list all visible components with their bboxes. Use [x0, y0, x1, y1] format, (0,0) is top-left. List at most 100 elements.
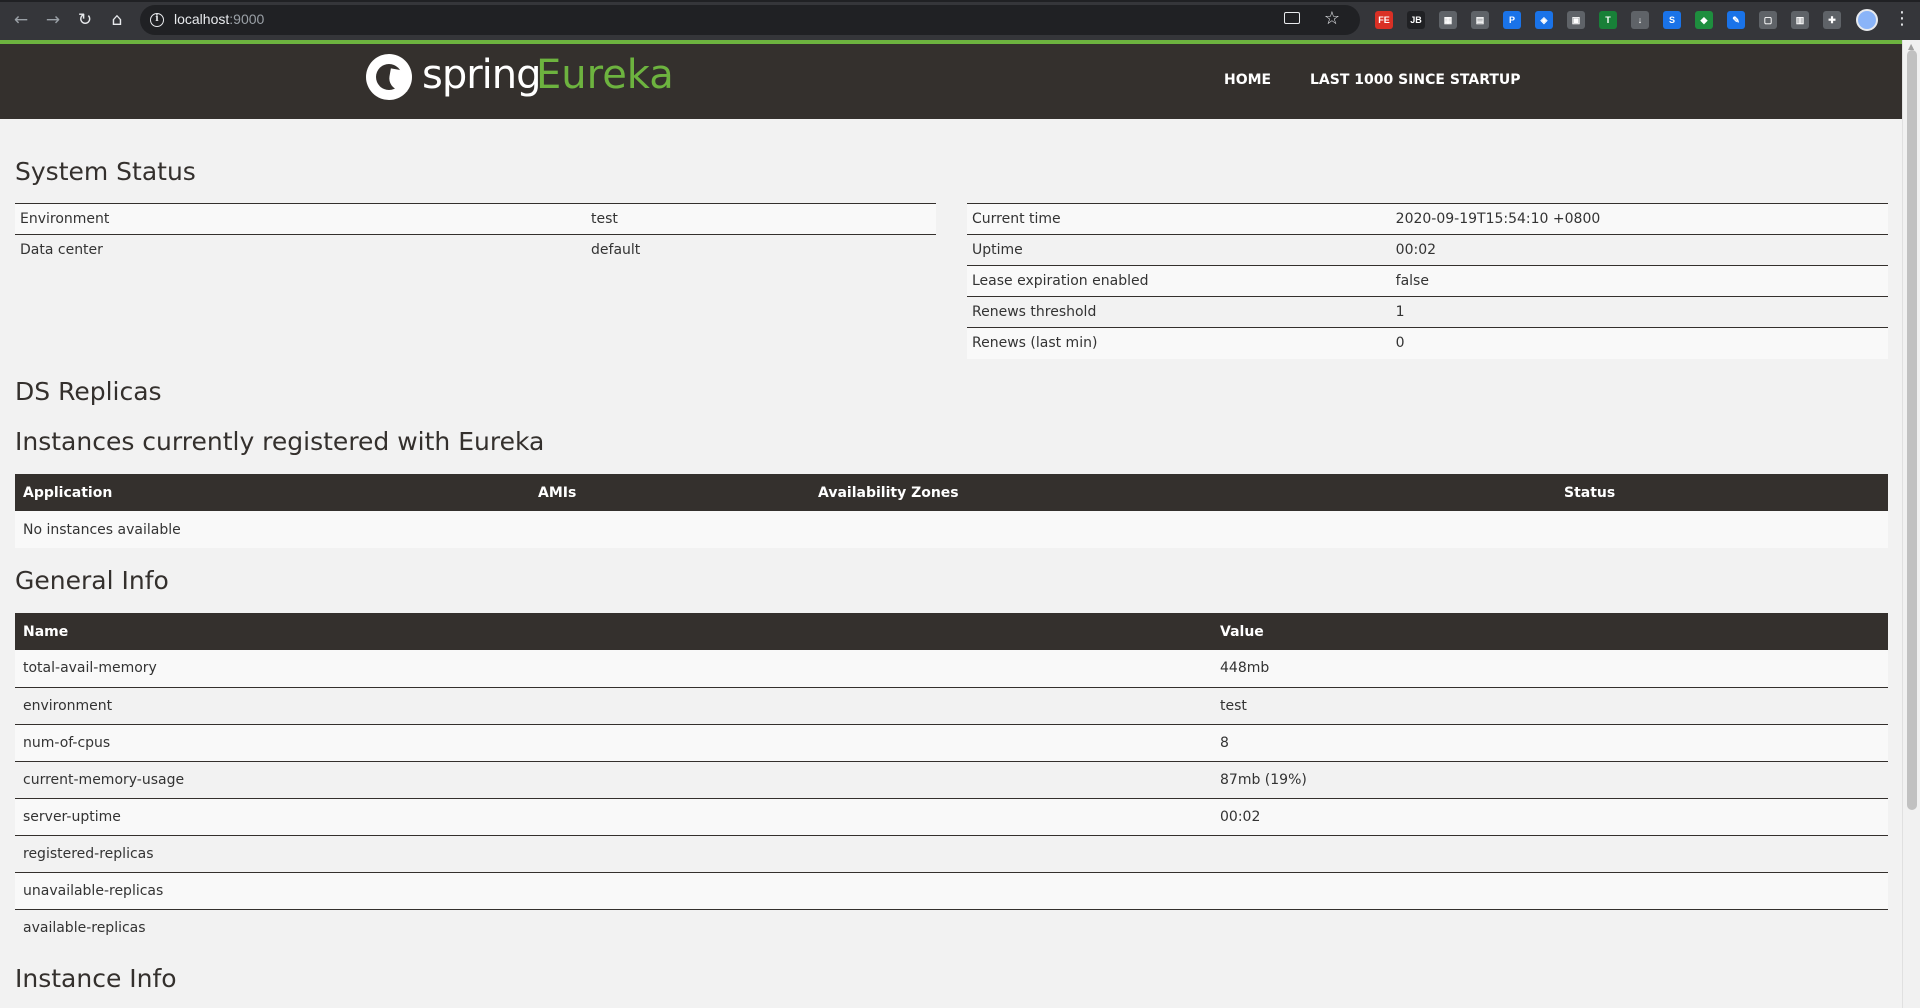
profile-avatar[interactable]	[1856, 9, 1878, 31]
col-amis: AMIs	[530, 474, 810, 511]
reload-icon[interactable]: ↻	[73, 8, 97, 32]
ext-6-icon[interactable]: ◈	[1535, 11, 1553, 29]
system-status-right-table: Current time 2020-09-19T15:54:10 +0800 Upt…	[967, 203, 1888, 359]
status-key: Lease expiration enabled	[967, 265, 1391, 297]
status-key: Renews threshold	[967, 296, 1391, 328]
info-value: test	[1212, 686, 1888, 724]
info-name: environment	[15, 686, 1212, 724]
table-row: Renews (last min) 0	[967, 327, 1888, 359]
browser-menu-icon[interactable]: ⋮	[1893, 9, 1911, 29]
download-extension-icon[interactable]: ↓	[1631, 11, 1649, 29]
fe-extension-icon[interactable]: FE	[1375, 11, 1393, 29]
status-key: Environment	[15, 203, 587, 235]
status-value: 0	[1390, 327, 1888, 359]
nav-home-link[interactable]: HOME	[1224, 72, 1271, 88]
col-status: Status	[1556, 474, 1888, 511]
puzzle-extension-icon[interactable]: ✚	[1823, 11, 1841, 29]
grid-extension-icon[interactable]: ▦	[1439, 11, 1457, 29]
ext-4-icon[interactable]: ▤	[1471, 11, 1489, 29]
jb-extension-icon[interactable]: JB	[1407, 11, 1425, 29]
table-row: available-replicas	[15, 908, 1888, 946]
info-name: current-memory-usage	[15, 760, 1212, 798]
site-info-icon[interactable]: i	[150, 13, 164, 27]
instance-info-title: Instance Info	[15, 964, 177, 993]
s-extension-icon[interactable]: S	[1663, 11, 1681, 29]
info-value: 8	[1212, 723, 1888, 761]
pen-extension-icon[interactable]: ✎	[1727, 11, 1745, 29]
info-value	[1212, 908, 1888, 946]
home-icon[interactable]: ⌂	[105, 8, 129, 32]
info-name: available-replicas	[15, 908, 1212, 946]
address-bar[interactable]: i localhost:9000 ☆	[140, 5, 1360, 35]
table-row: registered-replicas	[15, 834, 1888, 872]
system-status-title: System Status	[15, 157, 196, 186]
instances-table: Application AMIs Availability Zones Stat…	[15, 474, 1888, 548]
info-value	[1212, 871, 1888, 909]
spring-logo-icon[interactable]	[366, 54, 412, 100]
table-row: num-of-cpus 8	[15, 723, 1888, 761]
logo-eureka-text[interactable]: Eureka	[536, 52, 674, 98]
table-row: No instances available	[15, 511, 1888, 548]
col-availability-zones: Availability Zones	[810, 474, 1556, 511]
table-row: Data center default	[15, 234, 936, 266]
navbar: spring Eureka HOME LAST 1000 SINCE START…	[0, 44, 1902, 119]
info-name: total-avail-memory	[15, 650, 1212, 687]
table-row: Renews threshold 1	[967, 296, 1888, 328]
table-row: total-avail-memory 448mb	[15, 650, 1888, 687]
info-name: registered-replicas	[15, 834, 1212, 872]
status-key: Renews (last min)	[967, 327, 1391, 359]
p-extension-icon[interactable]: P	[1503, 11, 1521, 29]
table-row: environment test	[15, 686, 1888, 724]
status-value: default	[586, 234, 936, 266]
table-row: Environment test	[15, 203, 936, 235]
general-info-title: General Info	[15, 566, 169, 595]
bookmark-star-icon[interactable]: ☆	[1324, 8, 1340, 29]
url-port: :9000	[229, 11, 265, 27]
browser-toolbar: ← → ↻ ⌂ i localhost:9000 ☆ FE JB ▦ ▤ P ◈ ▣ T ↓ S ◆…	[0, 0, 1920, 40]
status-value: 2020-09-19T15:54:10 +0800	[1390, 203, 1888, 235]
ext-13-icon[interactable]: ▢	[1759, 11, 1777, 29]
general-info-table: Name Value total-avail-memory 448mb enviro…	[15, 613, 1888, 946]
status-key: Uptime	[967, 234, 1391, 266]
status-value: 1	[1390, 296, 1888, 328]
col-name: Name	[15, 613, 1212, 650]
cast-icon[interactable]	[1284, 12, 1300, 24]
ext-14-icon[interactable]: ▥	[1791, 11, 1809, 29]
scroll-thumb[interactable]	[1907, 50, 1917, 810]
tag-extension-icon[interactable]: ◆	[1695, 11, 1713, 29]
info-value: 87mb (19%)	[1212, 760, 1888, 798]
status-value: test	[586, 203, 936, 235]
table-row: server-uptime 00:02	[15, 797, 1888, 835]
instances-title: Instances currently registered with Eure…	[15, 427, 545, 456]
nav-last-1000-link[interactable]: LAST 1000 SINCE STARTUP	[1310, 72, 1521, 88]
t-extension-icon[interactable]: T	[1599, 11, 1617, 29]
system-status-left-table: Environment test Data center default	[15, 203, 936, 266]
url-host: localhost	[174, 11, 230, 27]
status-value: 00:02	[1390, 234, 1888, 266]
status-value: false	[1390, 265, 1888, 297]
logo-spring-text[interactable]: spring	[422, 52, 542, 98]
status-key: Current time	[967, 203, 1391, 235]
info-value: 00:02	[1212, 797, 1888, 835]
info-value	[1212, 834, 1888, 872]
no-instances-text: No instances available	[15, 511, 1888, 548]
info-name: num-of-cpus	[15, 723, 1212, 761]
table-row: Lease expiration enabled false	[967, 265, 1888, 297]
table-row: unavailable-replicas	[15, 871, 1888, 909]
info-name: server-uptime	[15, 797, 1212, 835]
col-value: Value	[1212, 613, 1888, 650]
back-icon[interactable]: ←	[9, 8, 33, 32]
table-row: current-memory-usage 87mb (19%)	[15, 760, 1888, 798]
ext-7-icon[interactable]: ▣	[1567, 11, 1585, 29]
info-value: 448mb	[1212, 650, 1888, 687]
tab-strip	[0, 0, 1920, 2]
table-row: Uptime 00:02	[967, 234, 1888, 266]
ds-replicas-title: DS Replicas	[15, 377, 162, 406]
status-key: Data center	[15, 234, 587, 266]
info-name: unavailable-replicas	[15, 871, 1212, 909]
col-application: Application	[15, 474, 530, 511]
page-scrollbar[interactable]: ▲	[1902, 40, 1920, 1008]
url-text[interactable]: localhost:9000	[174, 11, 264, 27]
table-row: Current time 2020-09-19T15:54:10 +0800	[967, 203, 1888, 235]
forward-icon[interactable]: →	[41, 8, 65, 32]
